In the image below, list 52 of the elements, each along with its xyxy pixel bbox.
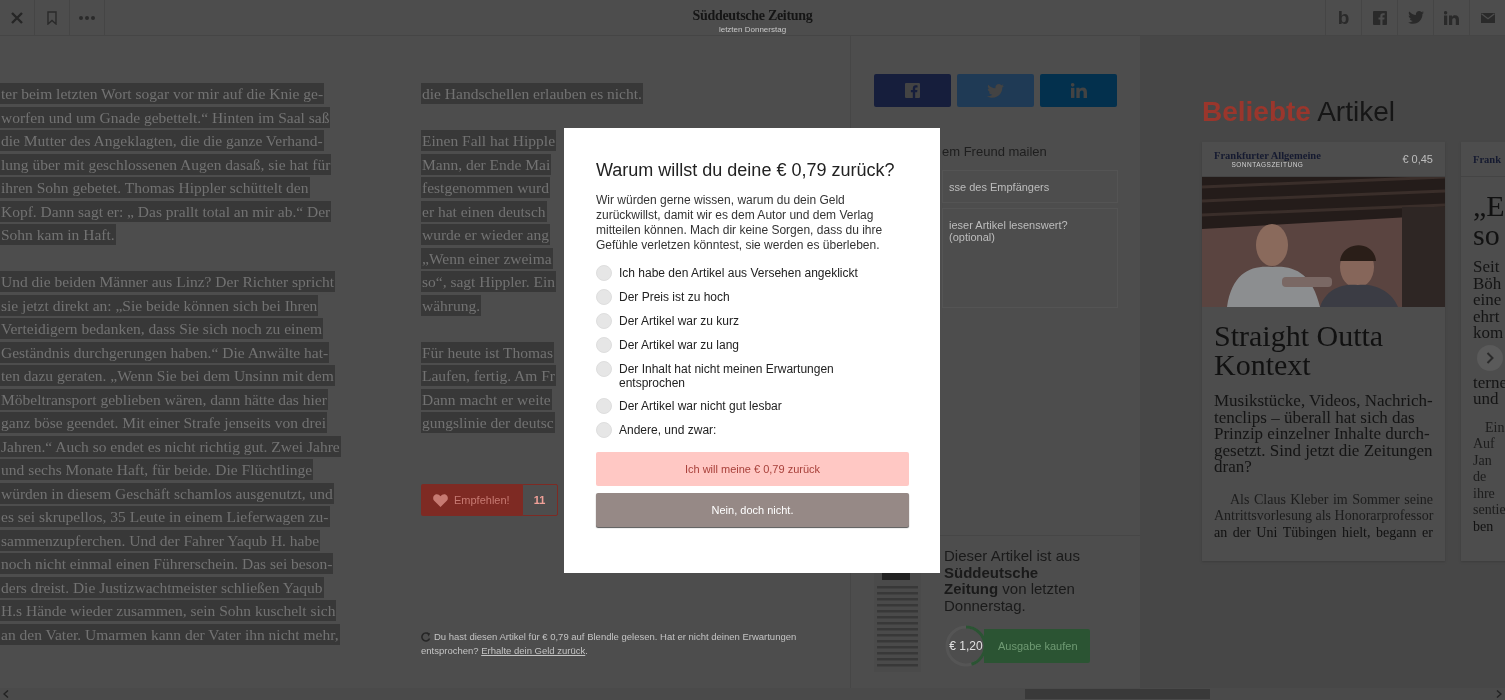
radio-button[interactable] <box>596 361 612 377</box>
circular-arrow-icon <box>421 632 431 642</box>
f-logo-icon <box>1372 10 1387 25</box>
article-price: € 0,45 <box>1402 153 1433 165</box>
f-logo-icon <box>905 83 920 98</box>
reason-option[interactable]: Andere, und zwar: <box>596 424 717 438</box>
close-icon <box>11 11 23 24</box>
radio-button[interactable] <box>596 265 612 281</box>
envelope-icon <box>1480 12 1495 23</box>
dialog-text: Wir würden gerne wissen, warum du dein Geld zurückwillst, damit wir es dem Autor und dem Verlag mitteilen können. Mach dir keine Sorgen, dass du ihre Gefühle verletzen könntest, sie werden es überleben. <box>596 193 884 253</box>
bookmark-icon <box>47 10 57 25</box>
radio-button[interactable] <box>596 398 612 414</box>
publication-logo: Süddeutsche Zeitung <box>692 8 813 24</box>
heart-icon <box>433 493 448 507</box>
card-teaser: Musikstücke, Videos, Nachrich- tenclips – überall hat sich das Prinzip einzelner Inhalte durch- gesetzt. Sind jetzt die Zeitungen dran? <box>1214 393 1433 476</box>
scroll-right-icon <box>1496 690 1502 698</box>
issue-price: € 1,20 <box>949 639 983 653</box>
chevron-right-icon <box>1486 351 1494 364</box>
card-teaser: Seit Böh eine ehrt kom <box>1473 259 1505 342</box>
bird-icon <box>987 83 1004 98</box>
card-title: Straight Outta Kontext <box>1214 321 1385 379</box>
horizontal-scrollbar[interactable] <box>0 688 1505 700</box>
reason-option[interactable]: Der Artikel war zu lang <box>596 339 740 353</box>
in-logo-icon <box>1444 10 1459 25</box>
share-button[interactable] <box>957 74 1034 107</box>
radio-button[interactable] <box>596 313 612 329</box>
article-paragraph: die Handschellen erlauben es nicht. <box>421 82 644 106</box>
publication-logo: Frankfurter Allgemeine <box>1214 150 1321 161</box>
radio-button[interactable] <box>596 337 612 353</box>
refund-note: Du hast diesen Artikel für € 0,79 auf Blendle gelesen. Hat er nicht deinen Erwartungen entsprochen? Erhalte dein Geld zurück. <box>421 630 798 658</box>
radio-button[interactable] <box>596 289 612 305</box>
recipient-field[interactable]: sse des Empfängers <box>942 170 1118 203</box>
more-icon <box>79 15 95 20</box>
reason-option[interactable]: Der Inhalt hat nicht meinen Erwartungen entsprochen <box>596 363 881 390</box>
share-button[interactable] <box>1040 74 1117 107</box>
recommend-count: 11 <box>521 484 558 516</box>
share-button[interactable] <box>874 74 951 107</box>
radio-button[interactable] <box>596 422 612 438</box>
scroll-left-icon <box>3 690 9 698</box>
in-logo-icon <box>1070 83 1087 98</box>
card-title: „E so <box>1473 191 1505 249</box>
reason-option[interactable]: Der Artikel war zu kurz <box>596 315 740 329</box>
issue-date: letzten Donnerstag <box>718 25 787 34</box>
message-field[interactable]: ieser Artikel lesenswert? (optional) <box>942 208 1118 308</box>
reason-option[interactable]: Der Preis ist zu hoch <box>596 291 730 305</box>
article-card[interactable] <box>1202 142 1445 561</box>
dialog-title: Warum willst du deine € 0,79 zurück? <box>596 160 896 181</box>
reason-option[interactable]: Ich habe den Artikel aus Versehen angeklickt <box>596 267 858 281</box>
bird-icon <box>1407 11 1424 24</box>
next-button[interactable] <box>1477 344 1503 371</box>
reason-option[interactable]: Der Artikel war nicht gut lesbar <box>596 400 782 414</box>
publication-logo: Frank <box>1473 153 1501 165</box>
